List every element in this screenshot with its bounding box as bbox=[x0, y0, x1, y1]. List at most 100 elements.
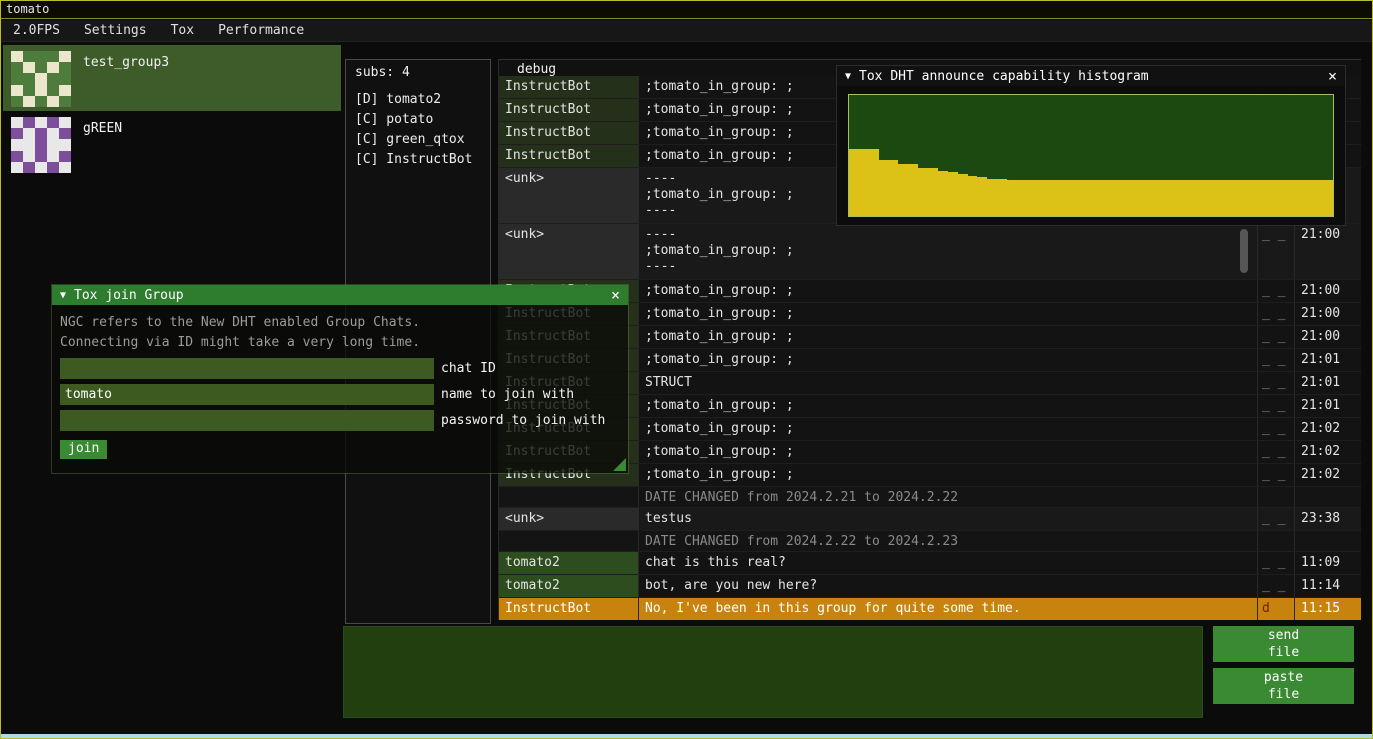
group-avatar bbox=[11, 51, 71, 107]
group-item-test-group3[interactable]: test_group3 bbox=[3, 45, 341, 111]
subs-item[interactable]: [C] green_qtox bbox=[346, 130, 490, 150]
join-input-password-to-join-with[interactable] bbox=[60, 410, 434, 431]
histogram-bar bbox=[889, 160, 899, 216]
chat-scrollbar-thumb[interactable] bbox=[1240, 229, 1248, 273]
message-input[interactable] bbox=[343, 626, 1203, 718]
chat-row[interactable]: tomato2bot, are you new here?_ _11:14 bbox=[499, 575, 1361, 598]
histogram-bar bbox=[1293, 180, 1303, 216]
histogram-bar bbox=[1145, 180, 1155, 216]
avatar-pixel bbox=[47, 162, 59, 173]
close-icon[interactable]: × bbox=[1328, 69, 1337, 83]
chat-row[interactable]: <unk>testus_ _23:38 bbox=[499, 508, 1361, 531]
collapse-arrow-icon[interactable]: ▼ bbox=[845, 71, 851, 82]
avatar-pixel bbox=[23, 139, 35, 150]
histogram-bar bbox=[1214, 180, 1224, 216]
join-window-body: NGC refers to the New DHT enabled Group … bbox=[52, 305, 628, 473]
histogram-bar bbox=[948, 172, 958, 216]
histogram-bar bbox=[1086, 180, 1096, 216]
group-avatar bbox=[11, 117, 71, 173]
avatar-pixel bbox=[59, 51, 71, 62]
paste-file-button[interactable]: paste file bbox=[1213, 668, 1354, 704]
join-info-line: Connecting via ID might take a very long… bbox=[60, 333, 620, 353]
histogram-bar bbox=[1135, 180, 1145, 216]
message-flags: _ _ bbox=[1258, 395, 1295, 417]
histogram-window-titlebar[interactable]: ▼ Tox DHT announce capability histogram … bbox=[837, 66, 1345, 86]
chat-sender: InstructBot bbox=[499, 76, 639, 98]
avatar-pixel bbox=[47, 117, 59, 128]
chat-sender: InstructBot bbox=[499, 99, 639, 121]
join-field-row: password to join with bbox=[60, 410, 620, 431]
message-flags: _ _ bbox=[1258, 508, 1295, 530]
avatar-pixel bbox=[59, 139, 71, 150]
message-timestamp: 21:02 bbox=[1295, 464, 1361, 486]
join-window-titlebar[interactable]: ▼ Tox join Group × bbox=[52, 285, 628, 305]
histogram-bar bbox=[1254, 180, 1264, 216]
histogram-bar bbox=[958, 174, 968, 216]
avatar-pixel bbox=[47, 128, 59, 139]
message-timestamp: 21:00 bbox=[1295, 326, 1361, 348]
histogram-bar bbox=[1175, 180, 1185, 216]
subs-item[interactable]: [D] tomato2 bbox=[346, 90, 490, 110]
join-field-row: chat ID bbox=[60, 358, 620, 379]
histogram-bar bbox=[908, 164, 918, 216]
avatar-pixel bbox=[47, 62, 59, 73]
avatar-pixel bbox=[11, 51, 23, 62]
collapse-arrow-icon[interactable]: ▼ bbox=[60, 290, 66, 301]
histogram-bar bbox=[1205, 180, 1215, 216]
resize-grip[interactable] bbox=[613, 458, 626, 471]
avatar-pixel bbox=[35, 73, 47, 84]
histogram-bar bbox=[968, 176, 978, 216]
subs-item[interactable]: [C] InstructBot bbox=[346, 150, 490, 170]
histogram-bar bbox=[1056, 180, 1066, 216]
join-input-name-to-join-with[interactable] bbox=[60, 384, 434, 405]
avatar-pixel bbox=[35, 128, 47, 139]
chat-sender: InstructBot bbox=[499, 122, 639, 144]
chat-sender bbox=[499, 487, 639, 507]
avatar-pixel bbox=[35, 51, 47, 62]
menu-item-performance[interactable]: Performance bbox=[206, 20, 316, 41]
group-item-green[interactable]: gREEN bbox=[3, 111, 341, 177]
histogram-bar bbox=[1274, 180, 1284, 216]
histogram-bar bbox=[928, 168, 938, 216]
histogram-bar bbox=[1313, 180, 1323, 216]
histogram-bar bbox=[1116, 180, 1126, 216]
chat-row[interactable]: <unk>----;tomato_in_group: ;----_ _21:00 bbox=[499, 224, 1361, 280]
close-icon[interactable]: × bbox=[611, 288, 620, 302]
window-titlebar[interactable]: tomato bbox=[1, 1, 1372, 19]
menu-item-settings[interactable]: Settings bbox=[72, 20, 159, 41]
send-file-button[interactable]: send file bbox=[1213, 626, 1354, 662]
chat-message-text: ;tomato_in_group: ; bbox=[639, 395, 1258, 417]
join-group-window: ▼ Tox join Group × NGC refers to the New… bbox=[51, 284, 629, 474]
date-text: DATE CHANGED from 2024.2.22 to 2024.2.23 bbox=[639, 531, 1258, 551]
message-flags: _ _ bbox=[1258, 349, 1295, 371]
histogram-bar bbox=[1234, 180, 1244, 216]
message-timestamp: 21:02 bbox=[1295, 441, 1361, 463]
message-timestamp: 11:15 bbox=[1295, 598, 1361, 620]
message-timestamp: 21:01 bbox=[1295, 349, 1361, 371]
histogram-bar bbox=[918, 168, 928, 216]
join-input-chat-id[interactable] bbox=[60, 358, 434, 379]
subs-item[interactable]: [C] potato bbox=[346, 110, 490, 130]
menu-item-tox[interactable]: Tox bbox=[159, 20, 206, 41]
menu-item-2-0fps[interactable]: 2.0FPS bbox=[1, 20, 72, 41]
histogram-bar bbox=[1066, 180, 1076, 216]
chat-row[interactable]: tomato2chat is this real?_ _11:09 bbox=[499, 552, 1361, 575]
avatar-pixel bbox=[11, 73, 23, 84]
chat-message-text: testus bbox=[639, 508, 1258, 530]
histogram-bar bbox=[1224, 180, 1234, 216]
chat-row[interactable]: InstructBotNo, I've been in this group f… bbox=[499, 598, 1361, 620]
message-flags: _ _ bbox=[1258, 464, 1295, 486]
chat-message-text: ----;tomato_in_group: ;---- bbox=[639, 224, 1258, 279]
join-button[interactable]: join bbox=[60, 440, 107, 459]
group-name: gREEN bbox=[83, 121, 122, 136]
avatar-pixel bbox=[35, 85, 47, 96]
avatar-pixel bbox=[35, 62, 47, 73]
chat-message-text: ;tomato_in_group: ; bbox=[639, 303, 1258, 325]
avatar-pixel bbox=[59, 62, 71, 73]
window-title: tomato bbox=[6, 2, 49, 16]
histogram-window-title: Tox DHT announce capability histogram bbox=[859, 69, 1328, 84]
histogram-bar bbox=[1155, 180, 1165, 216]
message-timestamp bbox=[1295, 531, 1361, 551]
avatar-pixel bbox=[59, 73, 71, 84]
group-list: test_group3 gREEN bbox=[3, 45, 341, 177]
